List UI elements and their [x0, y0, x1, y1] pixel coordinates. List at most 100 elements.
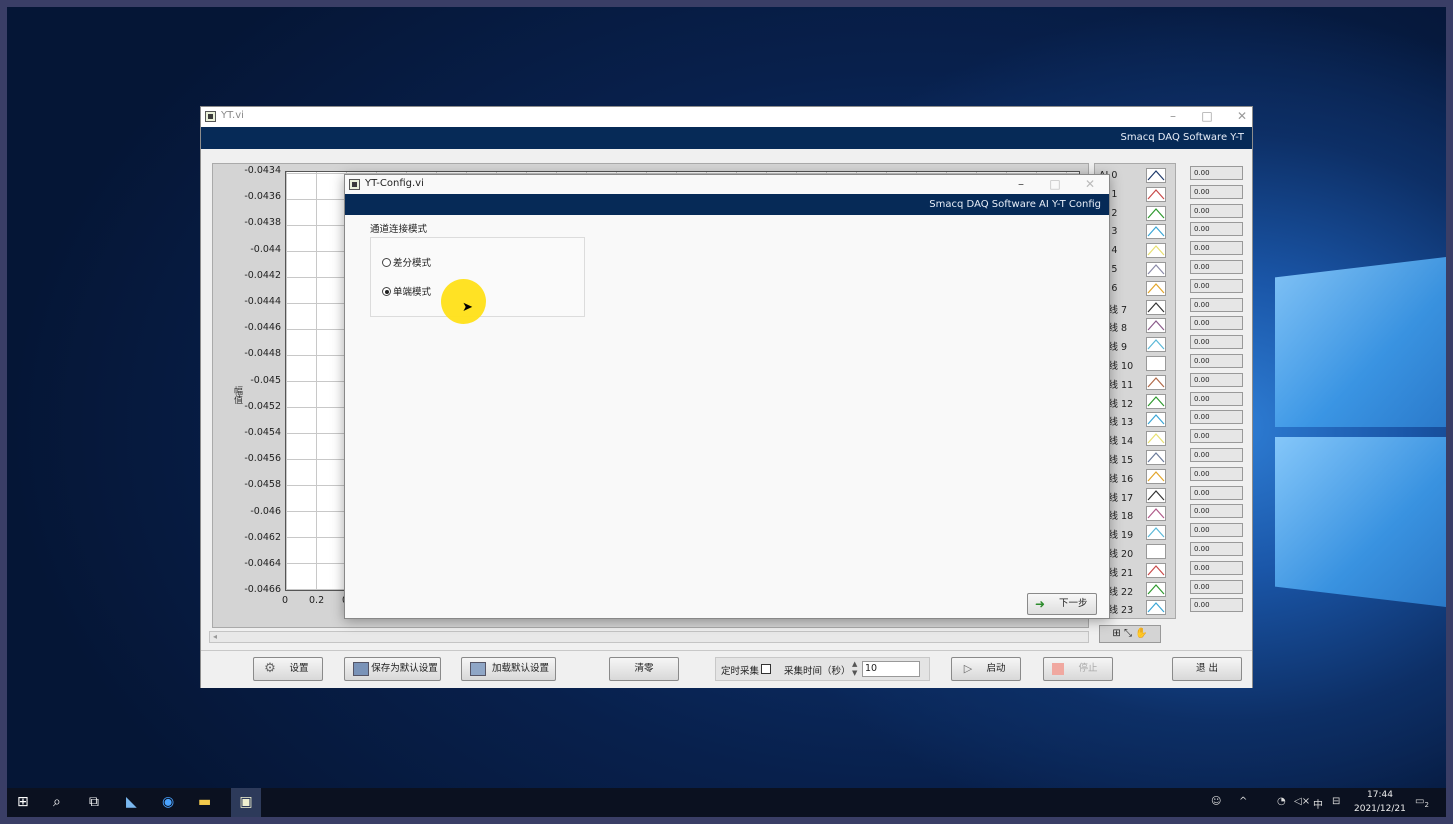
legend-line-swatch[interactable]	[1146, 506, 1166, 522]
channel-value: 0.00	[1190, 278, 1243, 293]
start-button[interactable]: ▷ 启动	[951, 657, 1021, 681]
legend-line-swatch[interactable]	[1146, 337, 1166, 353]
radio-circle	[382, 258, 391, 267]
y-tick: -0.0446	[244, 322, 281, 334]
channel-value: 0.00	[1190, 354, 1243, 368]
settings-label: 设置	[289, 663, 309, 674]
notification-icon[interactable]: ▭2	[1415, 796, 1429, 809]
legend-line-swatch[interactable]	[1146, 205, 1166, 221]
close-button[interactable]: ✕	[1232, 109, 1252, 123]
capture-time-stepper[interactable]: ▲ ▼	[852, 660, 857, 678]
windows-logo-pane	[1275, 437, 1446, 607]
search-icon[interactable]: ⌕	[53, 795, 61, 810]
file-explorer-icon[interactable]: ▬	[198, 795, 211, 810]
legend-line-swatch[interactable]	[1146, 544, 1166, 559]
stop-button[interactable]: 停止	[1043, 657, 1113, 681]
y-tick: -0.046	[250, 505, 281, 517]
start-label: 启动	[986, 663, 1006, 674]
channel-value: 0.00	[1190, 316, 1243, 331]
legend-line-swatch[interactable]	[1146, 600, 1166, 616]
channel-value: 0.00	[1190, 579, 1243, 594]
channel-value: 0.00	[1190, 391, 1243, 406]
channel-value: 0.00	[1190, 598, 1243, 613]
legend-line-swatch[interactable]	[1146, 562, 1166, 578]
clock-date[interactable]: 2021/12/21	[1354, 804, 1406, 814]
legend-line-swatch[interactable]	[1146, 299, 1166, 315]
exit-button[interactable]: 退 出	[1172, 657, 1242, 681]
stop-label: 停止	[1078, 663, 1098, 674]
radio-single-ended[interactable]: 单端模式	[382, 284, 431, 298]
capture-time-input[interactable]: 10	[862, 661, 920, 677]
channel-value: 0.00	[1190, 260, 1243, 274]
app-icon[interactable]: ◣	[126, 795, 137, 810]
channel-value: 0.00	[1190, 203, 1243, 218]
y-tick: -0.0464	[244, 558, 281, 569]
legend-line-swatch[interactable]	[1146, 186, 1166, 202]
legend-line-swatch[interactable]	[1146, 468, 1166, 484]
taskbar: ⊞ ⌕ ⧉ ◣ ◉ ▬ ▣ ☺ ^ ◔ ◁× 中 ⊟ 17:44 2021/12…	[7, 788, 1446, 817]
notification-count: 2	[1424, 801, 1429, 809]
browser-icon[interactable]: ◉	[162, 795, 174, 810]
channel-value: 0.00	[1190, 222, 1243, 237]
legend-line-swatch[interactable]	[1146, 431, 1166, 447]
dialog-title: YT-Config.vi	[365, 178, 424, 189]
graph-palette[interactable]: ⊞ ⤡ ✋	[1099, 625, 1161, 643]
y-tick: -0.0438	[244, 217, 281, 229]
labview-taskbar-icon[interactable]: ▣	[231, 788, 261, 817]
x-tick: 0	[282, 595, 289, 606]
legend-line-swatch[interactable]	[1146, 393, 1166, 409]
dialog-banner: Smacq DAQ Software AI Y-T Config	[345, 194, 1109, 215]
channel-value: 0.00	[1190, 335, 1243, 350]
dialog-maximize-button[interactable]: □	[1045, 177, 1065, 191]
next-button[interactable]: ➜ 下一步	[1027, 593, 1097, 615]
mouse-pointer-icon: ➤	[462, 300, 473, 315]
timed-capture-label: 定时采集	[721, 666, 760, 677]
clear-button[interactable]: 清零	[609, 657, 679, 681]
load-default-label: 加载默认设置	[491, 663, 549, 674]
windows-start-icon[interactable]: ⊞	[17, 795, 29, 810]
legend-line-swatch[interactable]	[1146, 224, 1166, 240]
main-window-title: YT.vi	[221, 110, 244, 121]
y-tick: -0.0444	[244, 296, 281, 307]
y-tick: -0.0454	[244, 427, 281, 438]
legend-line-swatch[interactable]	[1146, 412, 1166, 428]
network-icon[interactable]: ◔	[1277, 796, 1286, 807]
windows-logo-pane	[1275, 257, 1446, 427]
minimize-button[interactable]: –	[1163, 109, 1183, 123]
clock-time[interactable]: 17:44	[1367, 790, 1393, 800]
ime-mode-icon[interactable]: ⊟	[1332, 796, 1340, 807]
radio-differential[interactable]: 差分模式	[382, 255, 431, 269]
volume-icon[interactable]: ◁×	[1294, 796, 1310, 807]
ime-indicator[interactable]: 中	[1313, 796, 1323, 811]
channel-value: 0.00	[1190, 184, 1243, 199]
legend-line-swatch[interactable]	[1146, 487, 1166, 503]
legend-line-swatch[interactable]	[1146, 262, 1166, 277]
legend-line-swatch[interactable]	[1146, 318, 1166, 334]
radio-circle-selected	[382, 287, 391, 296]
legend-line-swatch[interactable]	[1146, 243, 1166, 259]
dialog-minimize-button[interactable]: –	[1011, 177, 1031, 191]
next-label: 下一步	[1059, 598, 1088, 609]
y-tick: -0.0456	[244, 453, 281, 465]
legend-line-swatch[interactable]	[1146, 280, 1166, 296]
legend-line-swatch[interactable]	[1146, 525, 1166, 541]
main-title-bar: YT.vi – □ ✕	[201, 107, 1252, 127]
legend-line-swatch[interactable]	[1146, 168, 1166, 183]
legend-line-swatch[interactable]	[1146, 581, 1166, 597]
legend-line-swatch[interactable]	[1146, 374, 1166, 390]
legend-line-swatch[interactable]	[1146, 356, 1166, 371]
settings-button[interactable]: ⚙ 设置	[253, 657, 323, 681]
dialog-close-button[interactable]: ✕	[1080, 177, 1100, 191]
maximize-button[interactable]: □	[1197, 109, 1217, 123]
task-view-icon[interactable]: ⧉	[89, 795, 99, 810]
gear-icon: ⚙	[264, 661, 276, 676]
people-icon[interactable]: ☺	[1211, 796, 1221, 807]
y-tick: -0.045	[250, 374, 281, 386]
config-dialog: YT-Config.vi – □ ✕ Smacq DAQ Software AI…	[344, 174, 1110, 619]
load-default-button[interactable]: 加载默认设置	[461, 657, 556, 681]
horizontal-scrollbar[interactable]: ◂	[209, 631, 1089, 643]
tray-arrow-icon[interactable]: ^	[1239, 796, 1247, 807]
legend-line-swatch[interactable]	[1146, 450, 1166, 465]
save-default-button[interactable]: 保存为默认设置	[344, 657, 441, 681]
timed-capture-checkbox[interactable]	[761, 664, 771, 674]
